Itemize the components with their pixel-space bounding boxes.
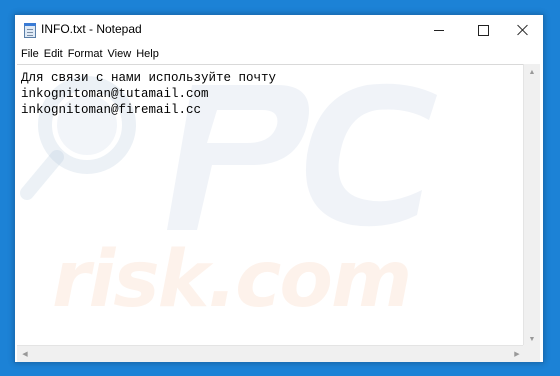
- menu-bar: File Edit Format View Help: [15, 45, 543, 63]
- menu-view[interactable]: View: [108, 48, 132, 60]
- title-bar[interactable]: INFO.txt - Notepad: [15, 15, 543, 45]
- menu-edit[interactable]: Edit: [44, 48, 63, 60]
- scroll-up-icon[interactable]: ▲: [524, 64, 540, 80]
- watermark-text: risk.com: [52, 235, 412, 325]
- minimize-button[interactable]: [419, 15, 459, 45]
- text-line: inkognitoman@firemail.cc: [21, 103, 202, 117]
- horizontal-scrollbar[interactable]: ◀ ▶: [17, 345, 525, 362]
- maximize-button[interactable]: [463, 15, 503, 45]
- scroll-left-icon[interactable]: ◀: [17, 346, 33, 362]
- close-icon: [517, 24, 529, 36]
- minimize-icon: [434, 29, 444, 31]
- text-editor-area[interactable]: risk.com Для связи с нами используйте по…: [17, 64, 525, 348]
- close-button[interactable]: [503, 15, 543, 45]
- menu-file[interactable]: File: [21, 48, 39, 60]
- scrollbar-corner: [523, 345, 540, 362]
- menu-help[interactable]: Help: [136, 48, 159, 60]
- notepad-icon: [24, 23, 36, 38]
- maximize-icon: [477, 24, 489, 36]
- vertical-scrollbar[interactable]: ▲ ▼: [523, 64, 540, 347]
- text-line: inkognitoman@tutamail.com: [21, 87, 209, 101]
- window-title: INFO.txt - Notepad: [41, 22, 142, 36]
- notepad-window: INFO.txt - Notepad File Edit Format View…: [14, 14, 544, 363]
- menu-format[interactable]: Format: [68, 48, 103, 60]
- text-line: Для связи с нами используйте почту: [21, 71, 277, 85]
